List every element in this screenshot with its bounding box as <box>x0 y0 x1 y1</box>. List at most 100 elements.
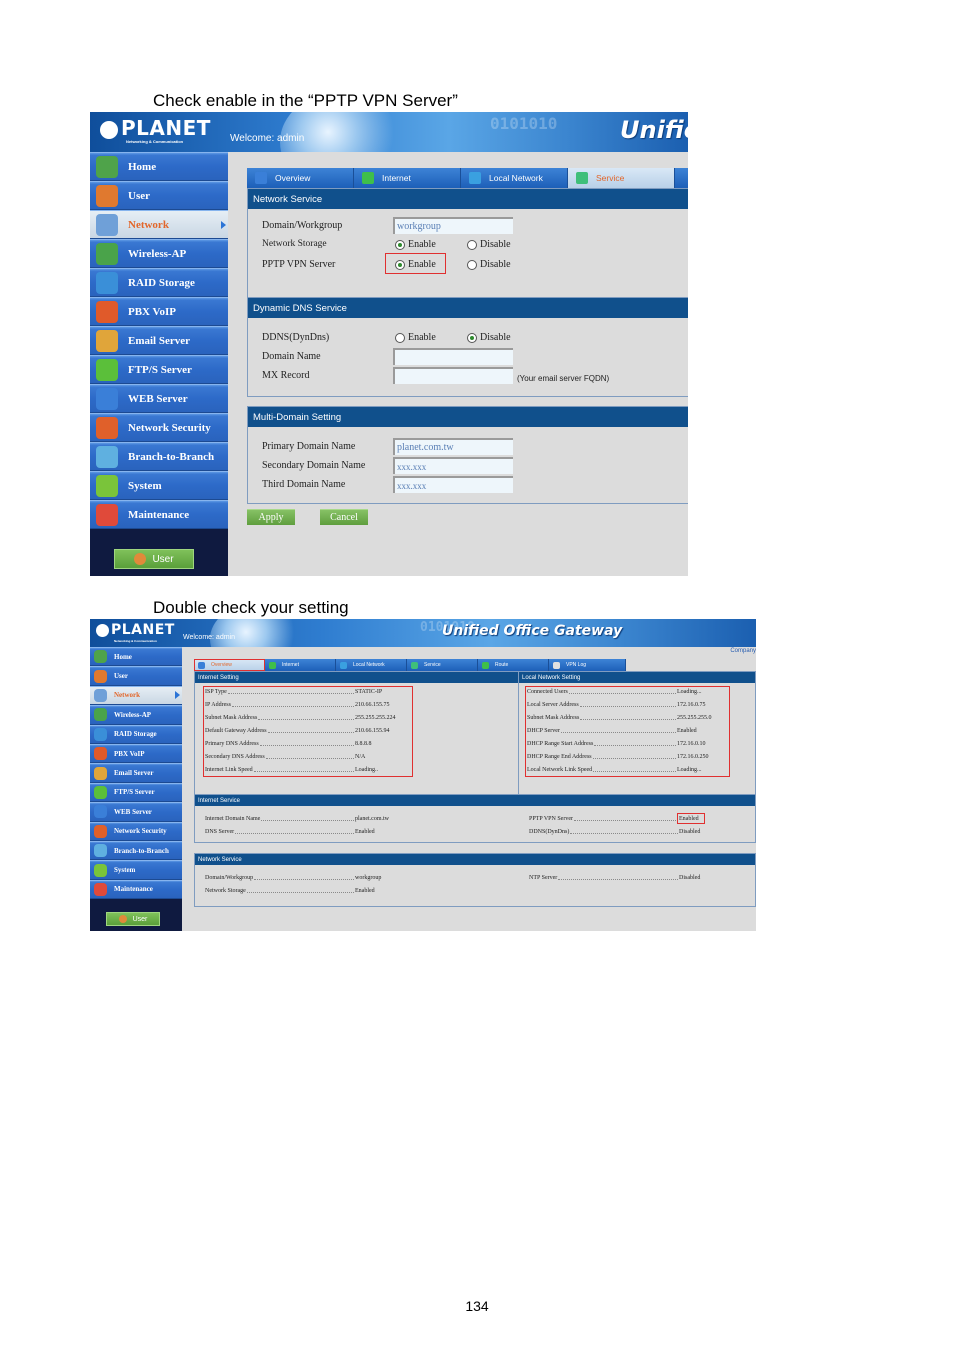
mx-record-label: MX Record <box>262 370 310 381</box>
ddns-enable-radio[interactable]: Enable <box>395 332 436 343</box>
local-network-icon <box>340 661 347 669</box>
sidebar-item-wireless-ap[interactable]: Wireless-AP <box>90 239 228 268</box>
tab-label: Local Network <box>353 662 385 668</box>
info-key: Subnet Mask Address <box>527 715 580 721</box>
sidebar-item-branch-to-branch[interactable]: Branch-to-Branch <box>90 442 228 471</box>
storage-enable-radio[interactable]: Enable <box>395 239 436 250</box>
folder-icon <box>96 358 118 381</box>
sidebar-item-pbx-voip[interactable]: PBX VoIP <box>90 744 182 764</box>
sidebar-item-web-server[interactable]: WEB Server <box>90 384 228 413</box>
ddns-disable-radio[interactable]: Disable <box>467 332 511 343</box>
sidebar-item-network[interactable]: Network <box>90 210 228 239</box>
dynamic-dns-panel: Dynamic DNS Service DDNS(DynDns) Enable … <box>247 297 688 397</box>
gears-icon <box>576 172 588 184</box>
dot-leader <box>235 833 354 834</box>
company-link[interactable]: Company <box>730 648 756 654</box>
tab-local-network[interactable]: Local Network <box>461 168 568 188</box>
tab-service[interactable]: Service <box>407 659 478 671</box>
info-value: Enabled <box>355 829 375 835</box>
tools-icon <box>96 503 118 526</box>
pptp-label: PPTP VPN Server <box>262 259 336 270</box>
info-row: Network Storage Enabled <box>205 888 410 894</box>
apply-button[interactable]: Apply <box>247 509 295 525</box>
info-value: Loading.. <box>355 767 378 773</box>
main-content: Overview Internet Local Network Service Net… <box>228 152 688 576</box>
tab-internet[interactable]: Internet <box>354 168 461 188</box>
sidebar-item-network-security[interactable]: Network Security <box>90 413 228 442</box>
sidebar-item-email-server[interactable]: Email Server <box>90 763 182 783</box>
user-button[interactable]: User <box>106 912 160 926</box>
radio-dot <box>395 239 405 250</box>
info-value: planet.com.tw <box>355 816 389 822</box>
tab-overview[interactable]: Overview <box>194 659 265 671</box>
radio-dot <box>467 239 477 250</box>
user-button[interactable]: User <box>114 549 194 569</box>
sidebar-item-home[interactable]: Home <box>90 647 182 667</box>
info-key: Local Server Address <box>527 702 579 708</box>
monitor-icon <box>469 172 481 184</box>
sidebar-item-label: Network <box>114 691 141 700</box>
third-domain-input[interactable]: xxx.xxx <box>393 476 513 493</box>
sidebar-item-ftp-s-server[interactable]: FTP/S Server <box>90 782 182 803</box>
domain-workgroup-input[interactable]: workgroup <box>393 217 513 234</box>
sidebar-item-network[interactable]: Network <box>90 685 182 706</box>
info-row: Secondary DNS Address N/A <box>205 754 410 760</box>
tab-label: Overview <box>211 662 232 668</box>
sidebar-item-wireless-ap[interactable]: Wireless-AP <box>90 705 182 725</box>
info-row: NTP Server Disabled <box>529 875 729 881</box>
tab-route[interactable]: Route <box>478 659 549 671</box>
pbx-voip-icon <box>94 747 107 761</box>
sidebar-item-web-server[interactable]: WEB Server <box>90 802 182 822</box>
info-row: ISP Type STATIC-IP <box>205 689 410 695</box>
sidebar-item-home[interactable]: Home <box>90 152 228 181</box>
header-banner: 0101010 PLANET Networking & Communicatio… <box>90 619 756 647</box>
info-row: DHCP Range Start Address 172.16.0.10 <box>527 741 727 747</box>
sidebar-item-email-server[interactable]: Email Server <box>90 326 228 355</box>
sidebar-item-raid-storage[interactable]: RAID Storage <box>90 268 228 297</box>
tab-label: Service <box>596 173 625 183</box>
logo-subtitle: Networking & Communication <box>126 139 184 144</box>
info-row: Subnet Mask Address 255.255.255.0 <box>527 715 727 721</box>
sidebar-item-maintenance[interactable]: Maintenance <box>90 500 228 529</box>
tab-service[interactable]: Service <box>568 168 675 188</box>
sidebar-item-system[interactable]: System <box>90 860 182 880</box>
user-gear-icon <box>134 553 147 565</box>
storage-icon <box>96 271 118 294</box>
sidebar-item-label: User <box>114 672 128 681</box>
info-value: 172.16.0.250 <box>677 754 709 760</box>
sidebar-item-network-security[interactable]: Network Security <box>90 821 182 841</box>
sidebar-item-label: RAID Storage <box>128 276 195 289</box>
storage-disable-radio[interactable]: Disable <box>467 239 511 250</box>
sidebar-item-system[interactable]: System <box>90 471 228 500</box>
dot-leader <box>568 693 676 694</box>
banner-digits: 0101010 <box>490 114 558 133</box>
pptp-enable-radio[interactable]: Enable <box>395 259 436 270</box>
tab-local-network[interactable]: Local Network <box>336 659 407 671</box>
sidebar-item-maintenance[interactable]: Maintenance <box>90 879 182 900</box>
pptp-disable-radio[interactable]: Disable <box>467 259 511 270</box>
cancel-button[interactable]: Cancel <box>320 509 368 525</box>
active-arrow-icon <box>221 220 226 229</box>
mx-record-input[interactable] <box>393 367 513 384</box>
tab-internet[interactable]: Internet <box>265 659 336 671</box>
info-row: Internet Link Speed Loading.. <box>205 767 410 773</box>
info-key: Internet Domain Name <box>205 816 261 822</box>
sidebar-item-label: WEB Server <box>114 807 152 816</box>
info-value: Enabled <box>355 888 375 894</box>
mx-hint: (Your email server FQDN) <box>517 374 610 383</box>
overview-icon <box>198 661 205 669</box>
sidebar-item-pbx-voip[interactable]: PBX VoIP <box>90 297 228 326</box>
wireless-ap-icon <box>94 708 107 722</box>
sidebar-item-user[interactable]: User <box>90 181 228 210</box>
sidebar-item-raid-storage[interactable]: RAID Storage <box>90 724 182 744</box>
tab-vpn-log[interactable]: VPN Log <box>549 659 626 671</box>
primary-domain-input[interactable]: planet.com.tw <box>393 438 513 455</box>
sidebar-item-ftp-s-server[interactable]: FTP/S Server <box>90 355 228 384</box>
sidebar-item-label: Maintenance <box>114 885 153 894</box>
tab-overview[interactable]: Overview <box>247 168 354 188</box>
sidebar-item-branch-to-branch[interactable]: Branch-to-Branch <box>90 841 182 861</box>
logo-icon <box>100 120 118 139</box>
secondary-domain-input[interactable]: xxx.xxx <box>393 457 513 474</box>
sidebar-item-user[interactable]: User <box>90 666 182 686</box>
ddns-domain-input[interactable] <box>393 348 513 365</box>
